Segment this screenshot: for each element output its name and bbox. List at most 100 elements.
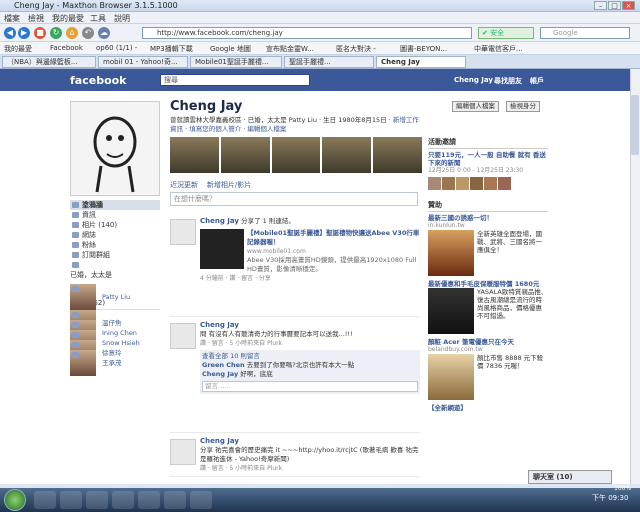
profile-picture[interactable]	[70, 101, 160, 196]
photo-thumb[interactable]	[322, 137, 372, 173]
ad-item[interactable]: 最新三國の誘惑一切！ in.kunlun.tw 全新英雄全面登場，國戰、武將、三…	[428, 214, 548, 276]
link-preview[interactable]: 【Mobile01聖誕手麗禮】聖誕禮物快讓送Abee V30行車記錄器喔！ ww…	[200, 229, 420, 274]
friend-name[interactable]: 王承茂	[102, 358, 122, 368]
event-card[interactable]: 只要119元，一人一般 自助餐 就有 香送下來的新聞 12月25日 0:00 -…	[428, 151, 548, 190]
friend-item[interactable]: 王承茂	[70, 350, 160, 376]
story-author[interactable]: Cheng Jay	[200, 321, 420, 330]
fav-item-7[interactable]: 圖書-BEYON...	[400, 44, 447, 54]
facebook-logo[interactable]: facebook	[70, 74, 127, 87]
avatar[interactable]	[170, 323, 196, 349]
ad-image[interactable]	[428, 230, 474, 276]
comment-input[interactable]: 留言……	[202, 381, 418, 392]
attendee-avatar[interactable]	[484, 177, 497, 190]
taskbar-app-icon[interactable]	[86, 491, 108, 509]
edit-profile-link[interactable]: 編輯個人檔案	[247, 125, 286, 133]
ad-item[interactable]: 顏粧 Acer 筆電優惠只在今天 belandbuy.com.tw 顏比市售 8…	[428, 338, 548, 400]
stop-icon[interactable]: ■	[34, 27, 46, 39]
photo-thumb[interactable]	[170, 137, 219, 173]
minimize-button[interactable]: –	[594, 1, 607, 10]
story-author[interactable]: Cheng Jay	[200, 217, 239, 225]
fav-item-5[interactable]: 宣布點金靈W...	[266, 44, 314, 54]
back-icon[interactable]: ◀	[4, 27, 16, 39]
avatar[interactable]	[170, 219, 196, 245]
view-all-comments[interactable]: 查看全部 10 則留言	[202, 352, 418, 361]
maximize-button[interactable]: □	[608, 1, 621, 10]
tab-0[interactable]: （NBA）與邊緣籃板...	[2, 56, 96, 68]
avatar[interactable]	[170, 439, 196, 465]
spouse-card[interactable]: Patty Liu	[70, 284, 160, 310]
address-input[interactable]: http://www.facebook.com/cheng.jay	[142, 27, 472, 39]
comment-author[interactable]: Green Chen	[202, 361, 245, 369]
ad-title[interactable]: 【全新網遊】	[428, 404, 548, 412]
menu-view[interactable]: 檢視	[28, 13, 44, 24]
taskbar-app-icon[interactable]	[190, 491, 212, 509]
fb-search-input[interactable]: 搜尋	[160, 74, 310, 86]
ad-item[interactable]: 最新優惠和手毛皮保暖服特價 1680元 YASALA歐特質親品推、復古風潮總是流…	[428, 280, 548, 334]
fav-item-4[interactable]: Google 地圖	[210, 44, 251, 54]
friend-item[interactable]: 溫仔魚	[70, 310, 160, 336]
ad-image[interactable]	[428, 288, 474, 334]
nav-info[interactable]: 資訊	[70, 210, 160, 220]
status-update-tab[interactable]: 近況更新	[170, 181, 198, 189]
taskbar-app-icon[interactable]	[34, 491, 56, 509]
forward-icon[interactable]: ▶	[18, 27, 30, 39]
friend-item[interactable]: Snow Hsieh	[70, 330, 160, 356]
view-as-button[interactable]: 檢視身分	[506, 101, 540, 112]
link-title[interactable]: 【Mobile01聖誕手麗禮】聖誕禮物快讓送Abee V30行車記錄器喔！	[247, 229, 420, 247]
story-meta[interactable]: 4 分鐘前 · 讚 · 留言 · 分享	[200, 274, 420, 283]
status-input[interactable]: 在想什麼嗎？	[170, 192, 418, 206]
tab-4[interactable]: Cheng Jay	[376, 56, 466, 68]
nav-photos[interactable]: 相片 (140)	[70, 220, 160, 230]
fav-item-0[interactable]: 我的最愛	[4, 44, 32, 54]
taskbar-app-icon[interactable]	[60, 491, 82, 509]
attendee-avatar[interactable]	[456, 177, 469, 190]
fav-item-2[interactable]: op60 (1/1) -	[96, 44, 137, 52]
clock[interactable]: 下午 09:30	[592, 493, 628, 503]
menu-file[interactable]: 檔案	[4, 13, 20, 24]
spouse-name[interactable]: Patty Liu	[102, 292, 130, 302]
attendee-avatar[interactable]	[442, 177, 455, 190]
search-input[interactable]: Google	[540, 27, 630, 39]
story-author[interactable]: Cheng Jay	[200, 437, 420, 446]
tab-3[interactable]: 聖誕手麗禮...	[284, 56, 374, 68]
taskbar-app-icon[interactable]	[112, 491, 134, 509]
ad-title[interactable]: 最新優惠和手毛皮保暖服特價 1680元	[428, 280, 548, 288]
comment-author[interactable]: Cheng Jay	[202, 370, 238, 378]
home-icon[interactable]: ⌂	[66, 27, 78, 39]
taskbar-app-icon[interactable]	[164, 491, 186, 509]
fav-item-6[interactable]: 匿名大對決 -	[336, 44, 376, 54]
start-button[interactable]	[4, 489, 26, 511]
undo-icon[interactable]: ↶	[82, 27, 94, 39]
event-title[interactable]: 只要119元，一人一般 自助餐 就有 香送下來的新聞	[428, 151, 548, 167]
tab-2[interactable]: Mobile01聖誕手麗禮...	[190, 56, 282, 68]
photo-thumb[interactable]	[373, 137, 422, 173]
menu-help[interactable]: 說明	[114, 13, 130, 24]
nav-account[interactable]: 帳戶	[530, 76, 544, 86]
attendee-avatar[interactable]	[428, 177, 441, 190]
fav-item-1[interactable]: Facebook	[50, 44, 83, 52]
edit-profile-button[interactable]: 編輯個人檔案	[452, 101, 499, 112]
fav-item-8[interactable]: 中華電信客戶...	[474, 44, 523, 54]
taskbar-app-icon[interactable]	[138, 491, 160, 509]
security-badge[interactable]: ✔ 安全	[478, 27, 534, 39]
tab-1[interactable]: mobil 01 - Yahoo!奇...	[98, 56, 188, 68]
nav-find-friends[interactable]: 尋找朋友	[494, 76, 522, 86]
photo-thumb[interactable]	[220, 137, 270, 173]
friend-item[interactable]: Ining Chen	[70, 320, 160, 346]
story-meta[interactable]: 讚 · 留言 · 5 小時前來自 Plurk	[200, 339, 420, 348]
attendee-avatar[interactable]	[470, 177, 483, 190]
refresh-icon[interactable]: ↻	[50, 27, 62, 39]
menu-tools[interactable]: 工具	[90, 13, 106, 24]
cloud-icon[interactable]: ☁	[98, 27, 110, 39]
nav-fans[interactable]: 粉絲	[70, 240, 160, 250]
close-button[interactable]: ×	[622, 1, 635, 10]
nav-wall[interactable]: 塗鴉牆	[70, 200, 160, 210]
fav-item-3[interactable]: MP3播輯下載	[150, 44, 193, 54]
photo-thumb[interactable]	[271, 137, 321, 173]
scrollbar-thumb[interactable]	[631, 95, 639, 155]
attendee-avatar[interactable]	[498, 177, 511, 190]
add-bio-link[interactable]: 填寫您的個人簡介	[189, 125, 241, 133]
menu-favorites[interactable]: 我的最愛	[52, 13, 84, 24]
nav-subscriptions[interactable]: 訂閱群組	[70, 250, 160, 260]
ad-title[interactable]: 顏粧 Acer 筆電優惠只在今天	[428, 338, 548, 346]
